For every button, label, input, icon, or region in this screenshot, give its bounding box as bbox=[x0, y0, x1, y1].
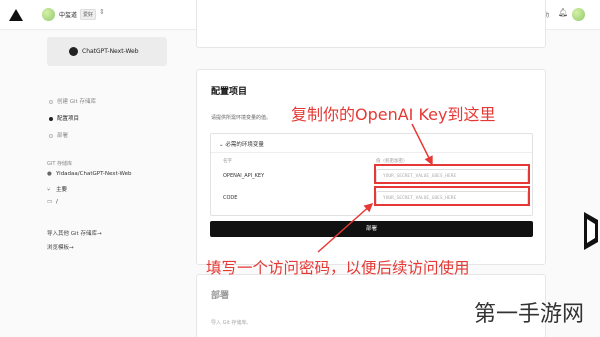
watermark: 第一手游网 bbox=[474, 302, 585, 327]
arrow-to-code bbox=[317, 203, 374, 253]
arrow-to-openai-key bbox=[411, 123, 433, 166]
watermark-logo-icon bbox=[584, 212, 598, 250]
annotation-arrows bbox=[317, 123, 433, 253]
